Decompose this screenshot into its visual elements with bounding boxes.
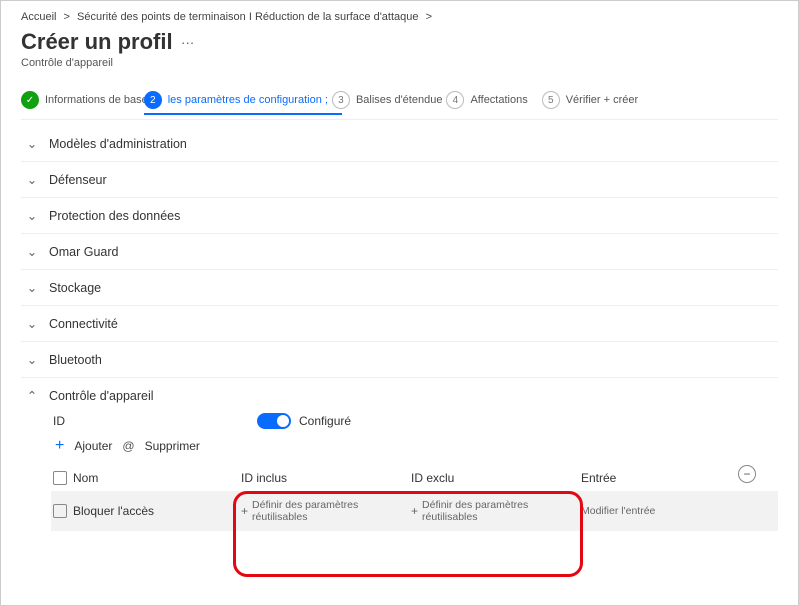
accordion-label: Bluetooth	[49, 353, 102, 367]
step-number-icon: 3	[332, 91, 350, 109]
set-reusable-included-link[interactable]: + Définir des paramètres réutilisables	[241, 499, 411, 523]
page-subtitle: Contrôle d'appareil	[21, 57, 778, 69]
step-label: les paramètres de configuration ;	[168, 94, 328, 106]
accordion-label: Omar Guard	[49, 245, 118, 259]
step-label: Informations de base	[45, 94, 148, 106]
table-header: Nom ID inclus ID exclu Entrée	[51, 465, 778, 491]
chevron-down-icon: ⌄	[25, 280, 39, 295]
step-number-icon: 2	[144, 91, 162, 109]
step-underline	[144, 113, 342, 115]
accordion-label: Stockage	[49, 281, 101, 295]
breadcrumb-home[interactable]: Accueil	[21, 11, 56, 23]
accordion-header-device-control[interactable]: ⌃ Contrôle d'appareil	[21, 378, 778, 413]
accordion-header-omar-guard[interactable]: ⌄ Omar Guard	[21, 234, 778, 269]
accordion-header-defender[interactable]: ⌄ Défenseur	[21, 162, 778, 197]
step-label: Affectations	[470, 94, 527, 106]
rules-table: − Nom ID inclus ID exclu Entrée Bl	[51, 465, 778, 531]
breadcrumb: Accueil > Sécurité des points de termina…	[21, 11, 778, 23]
step-basics[interactable]: ✓ Informations de base	[21, 91, 162, 109]
accordion-header-connectivity[interactable]: ⌄ Connectivité	[21, 306, 778, 341]
wizard-steps: ✓ Informations de base 2 les paramètres …	[21, 91, 778, 109]
chevron-down-icon: ⌄	[25, 316, 39, 331]
accordion-header-admin-templates[interactable]: ⌄ Modèles d'administration	[21, 126, 778, 161]
device-control-body: ID Configuré + Ajouter @ Supprimer −	[21, 413, 778, 539]
id-label: ID	[51, 414, 241, 428]
remove-button[interactable]: Supprimer	[145, 439, 200, 453]
accordion-label: Défenseur	[49, 173, 107, 187]
column-excluded-id: ID exclu	[411, 471, 454, 485]
row-name: Bloquer l'accès	[73, 504, 154, 518]
step-number-icon: 5	[542, 91, 560, 109]
select-all-checkbox[interactable]	[53, 471, 67, 485]
toggle-label: Configuré	[299, 414, 351, 428]
accordion-header-storage[interactable]: ⌄ Stockage	[21, 270, 778, 305]
step-scope-tags[interactable]: 3 Balises d'étendue	[332, 91, 457, 109]
plus-icon: +	[241, 504, 248, 518]
step-label: Vérifier + créer	[566, 94, 638, 106]
add-button[interactable]: Ajouter	[74, 439, 112, 453]
step-number-icon: 4	[446, 91, 464, 109]
chevron-down-icon: ⌄	[25, 172, 39, 187]
page-title: Créer un profil	[21, 29, 173, 55]
accordion-header-data-protection[interactable]: ⌄ Protection des données	[21, 198, 778, 233]
plus-icon: +	[411, 504, 418, 518]
chevron-down-icon: ⌄	[25, 136, 39, 151]
step-assignments[interactable]: 4 Affectations	[446, 91, 541, 109]
settings-accordion: ⌄ Modèles d'administration ⌄ Défenseur ⌄…	[21, 126, 778, 539]
breadcrumb-path[interactable]: Sécurité des points de terminaison I Réd…	[77, 11, 418, 23]
configured-toggle[interactable]: Configuré	[257, 413, 351, 429]
edit-entry-link[interactable]: Modifier l'entrée	[581, 505, 655, 517]
at-icon: @	[122, 439, 134, 453]
set-reusable-excluded-link[interactable]: + Définir des paramètres réutilisables	[411, 499, 581, 523]
chevron-down-icon: ⌄	[25, 352, 39, 367]
breadcrumb-tail: >	[426, 11, 432, 23]
page-actions-icon[interactable]: …	[181, 31, 195, 47]
chevron-up-icon: ⌃	[25, 388, 39, 403]
column-included-id: ID inclus	[241, 471, 287, 485]
step-review-create[interactable]: 5 Vérifier + créer	[542, 91, 652, 109]
row-checkbox[interactable]	[53, 504, 67, 518]
accordion-label: Connectivité	[49, 317, 118, 331]
step-config-settings[interactable]: 2 les paramètres de configuration ;	[144, 91, 342, 109]
remove-row-icon[interactable]: −	[738, 465, 756, 483]
check-icon: ✓	[21, 91, 39, 109]
chevron-down-icon: ⌄	[25, 244, 39, 259]
table-row[interactable]: Bloquer l'accès + Définir des paramètres…	[51, 491, 778, 531]
column-entry: Entrée	[581, 471, 616, 485]
accordion-header-bluetooth[interactable]: ⌄ Bluetooth	[21, 342, 778, 377]
toggle-switch-icon	[257, 413, 291, 429]
breadcrumb-sep: >	[64, 11, 70, 23]
plus-icon: +	[55, 437, 64, 455]
accordion-label: Protection des données	[49, 209, 180, 223]
accordion-label: Contrôle d'appareil	[49, 389, 154, 403]
chevron-down-icon: ⌄	[25, 208, 39, 223]
column-name: Nom	[73, 471, 98, 485]
accordion-label: Modèles d'administration	[49, 137, 187, 151]
step-label: Balises d'étendue	[356, 94, 443, 106]
